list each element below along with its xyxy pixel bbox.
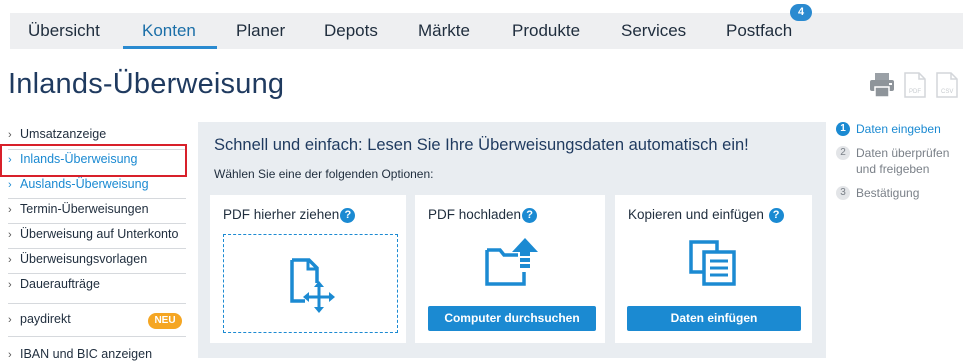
divider — [8, 303, 186, 304]
card-title: PDF hierher ziehen? — [223, 207, 356, 223]
sidebar-item-label: Daueraufträge — [20, 277, 100, 291]
paste-data-button[interactable]: Daten einfügen — [627, 306, 801, 331]
tab-uebersicht[interactable]: Übersicht — [28, 13, 100, 49]
print-icon[interactable] — [869, 72, 895, 98]
chevron-right-icon: › — [8, 314, 12, 326]
chevron-right-icon: › — [8, 129, 12, 141]
card-pdf-upload: PDF hochladen? Computer durchsuchen — [415, 195, 605, 343]
import-panel: Schnell und einfach: Lesen Sie Ihre Über… — [198, 122, 826, 358]
card-pdf-drag: PDF hierher ziehen? — [210, 195, 406, 343]
chevron-right-icon: › — [8, 349, 12, 361]
sidebar-item-ueberweisungsvorlagen[interactable]: › Überweisungsvorlagen — [8, 249, 147, 269]
step-label: Daten eingeben — [856, 122, 941, 136]
csv-icon[interactable]: CSV — [935, 72, 959, 98]
tab-postfach[interactable]: Postfach — [726, 13, 792, 49]
pdf-icon[interactable]: PDF — [903, 72, 927, 98]
help-icon[interactable]: ? — [340, 208, 356, 223]
page-title: Inlands-Überweisung — [8, 68, 285, 100]
tab-produkte[interactable]: Produkte — [512, 13, 580, 49]
sidebar-item-label: Auslands-Überweisung — [20, 177, 149, 191]
step-label: Bestätigung — [856, 186, 920, 200]
divider — [8, 336, 186, 337]
chevron-right-icon: › — [8, 179, 12, 191]
pdf-dropzone[interactable] — [223, 234, 398, 333]
sidebar-item-paydirekt[interactable]: › paydirekt — [8, 309, 71, 329]
card-title: Kopieren und einfügen ? — [628, 207, 784, 223]
neu-badge: NEU — [148, 313, 182, 329]
browse-computer-button[interactable]: Computer durchsuchen — [428, 306, 596, 331]
postfach-count-badge: 4 — [790, 4, 812, 21]
sidebar-item-iban-bic[interactable]: › IBAN und BIC anzeigen — [8, 344, 152, 363]
sidebar-item-label: paydirekt — [20, 312, 71, 326]
upload-folder-icon — [485, 238, 538, 286]
panel-heading: Schnell und einfach: Lesen Sie Ihre Über… — [214, 136, 749, 154]
sidebar-item-label: Überweisungsvorlagen — [20, 252, 148, 266]
tab-maerkte[interactable]: Märkte — [418, 13, 470, 49]
main-navigation: Übersicht Konten Planer Depots Märkte Pr… — [10, 4, 963, 49]
csv-icon-label: CSV — [941, 89, 953, 95]
card-title: PDF hochladen? — [428, 207, 538, 223]
chevron-right-icon: › — [8, 204, 12, 216]
step-number: 1 — [836, 122, 850, 136]
chevron-right-icon: › — [8, 254, 12, 266]
highlight-frame — [0, 144, 187, 177]
sidebar-item-label: IBAN und BIC anzeigen — [20, 347, 153, 361]
card-copy-paste: Kopieren und einfügen ? Daten einfügen — [615, 195, 812, 343]
sidebar-item-termin-ueberweisungen[interactable]: › Termin-Überweisungen — [8, 199, 149, 219]
chevron-right-icon: › — [8, 229, 12, 241]
card-title-text: Kopieren und einfügen — [628, 207, 764, 222]
sidebar-item-dauerauftraege[interactable]: › Daueraufträge — [8, 274, 100, 294]
drag-drop-document-icon — [290, 258, 335, 313]
card-title-text: PDF hochladen — [428, 207, 522, 222]
tab-services[interactable]: Services — [621, 13, 686, 49]
active-tab-indicator — [123, 46, 217, 49]
help-icon[interactable]: ? — [522, 208, 538, 223]
sidebar-item-label: Umsatzanzeige — [20, 127, 107, 141]
step-number: 2 — [836, 146, 850, 160]
sidebar-item-auslands-ueberweisung[interactable]: › Auslands-Überweisung — [8, 174, 149, 194]
sidebar-item-label: Termin-Überweisungen — [20, 202, 149, 216]
step-number: 3 — [836, 186, 850, 200]
tab-depots[interactable]: Depots — [324, 13, 378, 49]
pdf-icon-label: PDF — [909, 89, 921, 95]
card-title-text: PDF hierher ziehen — [223, 207, 340, 222]
sidebar-item-label: Überweisung auf Unterkonto — [20, 227, 179, 241]
help-icon[interactable]: ? — [768, 208, 784, 223]
tab-planer[interactable]: Planer — [236, 13, 285, 49]
panel-subheading: Wählen Sie eine der folgenden Optionen: — [214, 167, 434, 181]
copy-paste-icon — [689, 240, 736, 286]
sidebar-item-umsatzanzeige[interactable]: › Umsatzanzeige — [8, 124, 106, 144]
sidebar-item-ueberweisung-unterkonto[interactable]: › Überweisung auf Unterkonto — [8, 224, 178, 244]
tab-konten[interactable]: Konten — [142, 13, 196, 49]
step-label: Daten überprüfen und freigeben — [856, 146, 950, 176]
chevron-right-icon: › — [8, 279, 12, 291]
